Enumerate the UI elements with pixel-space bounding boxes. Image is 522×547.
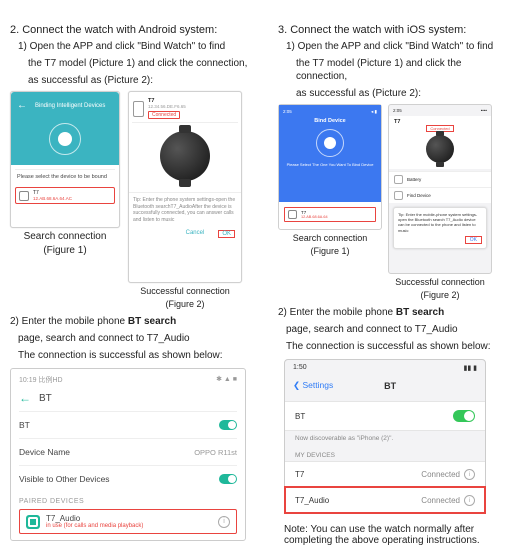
android-step2-line3: The connection is successful as shown be… [18, 349, 270, 362]
back-arrow-icon[interactable]: ← [17, 100, 27, 111]
fig2-caption-2: (Figure 2) [165, 299, 204, 309]
android-step2-line2: page, search and connect to T7_Audio [18, 332, 270, 345]
ios-fig1-caption-2: (Figure 1) [310, 246, 349, 256]
android-step1-line2: the T7 model (Picture 1) and click the c… [28, 57, 270, 70]
ios-step1-line1: 1) Open the APP and click "Bind Watch" t… [286, 40, 513, 53]
signal-icon: ◂ ▮ [371, 109, 377, 115]
ios-step2-line3: The connection is successful as shown be… [286, 340, 513, 353]
connected-badge: Connected [148, 111, 180, 119]
ios-figure-1: 2:05 ◂ ▮ Bind Device Please Select The O… [278, 104, 382, 300]
paired-name: T7_Audio [46, 514, 143, 523]
ios-step1-line3: as successful as (Picture 2): [296, 87, 513, 100]
ios-bt-time: 1:50 [293, 364, 307, 372]
paired-devices-label: PAIRED DEVICES [19, 498, 237, 505]
device-name-row[interactable]: Device Name OPPO R11st [19, 438, 237, 465]
device-mac: 12.AB.68.6A.64.AC [33, 196, 72, 201]
android-figure-1: ← Binding Intelligent Devices Please sel… [10, 91, 120, 309]
ios-fig2-caption-1: Successful connection [395, 277, 485, 287]
connected-device-row[interactable]: T7 12.34.56.DE.F6.65 Connected [132, 95, 238, 123]
cancel-button[interactable]: Cancel [186, 230, 205, 238]
discoverable-text: Now discoverable as "iPhone (2)". [285, 431, 485, 446]
bt-toggle-row[interactable]: BT [19, 411, 237, 438]
ok-button[interactable]: OK [465, 236, 482, 245]
battery-icon [394, 175, 403, 184]
device-mac: 12.AB.68.6A.64 [301, 215, 328, 219]
device-row-t7[interactable]: T7 Connectedi [285, 461, 485, 487]
ios-time: 2:05 [393, 108, 402, 113]
ios-figure-2: 2:05 •••• T7 Connected Battery Find Devi… [388, 104, 492, 300]
info-icon[interactable]: i [464, 495, 475, 506]
watch-icon [133, 101, 144, 117]
device-icon [19, 191, 29, 201]
back-arrow-icon[interactable]: ← [19, 391, 31, 405]
fig1-caption-2: (Figure 1) [43, 245, 86, 256]
search-pulse-icon [316, 129, 344, 157]
watch-image [160, 131, 210, 181]
ios-bt-settings: 1:50 ▮▮ ▮ ❮ Settings BT BT Now discovera… [284, 359, 486, 514]
menu-find-device[interactable]: Find Device [389, 187, 491, 203]
status-icons: ✱ ▲ ■ [216, 375, 237, 385]
paired-device-t7audio[interactable]: T7_Audio in use (for calls and media pla… [19, 509, 237, 534]
ios-fig1-caption-1: Search connection [293, 233, 368, 243]
find-device-icon [394, 191, 403, 200]
visible-toggle-on-icon[interactable] [219, 474, 237, 484]
device-row-t7audio[interactable]: T7_Audio Connectedi [285, 487, 485, 513]
signal-icon: ▮▮ ▮ [463, 364, 477, 372]
visible-row[interactable]: Visible to Other Devices [19, 465, 237, 492]
ios-step2-line2: page, search and connect to T7_Audio [286, 323, 513, 336]
ios-fig2-caption-2: (Figure 2) [420, 290, 459, 300]
ios-step1-line2: the T7 model (Picture 1) and click the c… [296, 57, 513, 83]
android-section: 2. Connect the watch with Android system… [10, 24, 270, 541]
bind-device-title: Bind Device [283, 118, 377, 124]
ios-section: 3. Connect the watch with iOS system: 1)… [278, 24, 513, 546]
fig2-caption-1: Successful connection [140, 286, 230, 296]
android-heading: 2. Connect the watch with Android system… [10, 24, 270, 36]
bt-toggle-row[interactable]: BT [285, 401, 485, 431]
android-step1-line3: as successful as (Picture 2): [28, 74, 270, 87]
my-devices-label: MY DEVICES [285, 446, 485, 461]
android-bt-settings: 10:19 比例HD ✱ ▲ ■ ← BT BT Device Name OPP… [10, 368, 246, 541]
menu-battery[interactable]: Battery [389, 171, 491, 187]
info-icon[interactable]: i [464, 469, 475, 480]
info-icon[interactable]: i [218, 516, 230, 528]
paired-substatus: in use (for calls and media playback) [46, 523, 143, 529]
status-time: 10:19 比例HD [19, 375, 63, 385]
tip-dialog: Tip: Enter the phone system settings-ope… [129, 192, 241, 227]
ok-button[interactable]: OK [218, 230, 235, 238]
bt-title: BT [39, 393, 52, 404]
note-line-2: completing the above operating instructi… [284, 535, 513, 546]
ios-time: 2:05 [283, 109, 292, 115]
android-figure-2: T7 12.34.56.DE.F6.65 Connected Tip: Ente… [128, 91, 242, 309]
watch-image [426, 135, 454, 163]
back-settings-link[interactable]: ❮ Settings [293, 380, 333, 391]
bt-title: BT [384, 381, 396, 391]
android-step2-line1: 2) Enter the mobile phone BT search [10, 315, 270, 328]
bind-header: Binding Intelligent Devices [35, 103, 105, 109]
bind-subtitle: Please Select The One You Want To Bind D… [283, 162, 377, 167]
note-line-1: Note: You can use the watch normally aft… [284, 524, 513, 535]
device-mac: 12.34.56.DE.F6.65 [148, 104, 186, 109]
menu-dots-icon[interactable]: •••• [481, 108, 487, 113]
select-device-text: Please select the device to be bound [15, 169, 115, 184]
fig1-caption-1: Search connection [24, 231, 107, 242]
device-row-t7[interactable]: T7 12.AB.68.6A.64 [284, 207, 376, 222]
bt-toggle-on-icon[interactable] [219, 420, 237, 430]
android-step1-line1: 1) Open the APP and click "Bind Watch" t… [18, 40, 270, 53]
ios-heading: 3. Connect the watch with iOS system: [278, 24, 513, 36]
tip-dialog: Tip: Enter the mobile-phone system setti… [393, 207, 487, 249]
device-row-t7[interactable]: T7 12.AB.68.6A.64.AC [15, 187, 115, 204]
headset-icon [26, 515, 40, 529]
bt-toggle-on-icon[interactable] [453, 410, 475, 422]
device-icon [288, 210, 297, 219]
ios-step2-line1: 2) Enter the mobile phone BT search [278, 306, 513, 319]
search-pulse-icon [49, 123, 81, 155]
